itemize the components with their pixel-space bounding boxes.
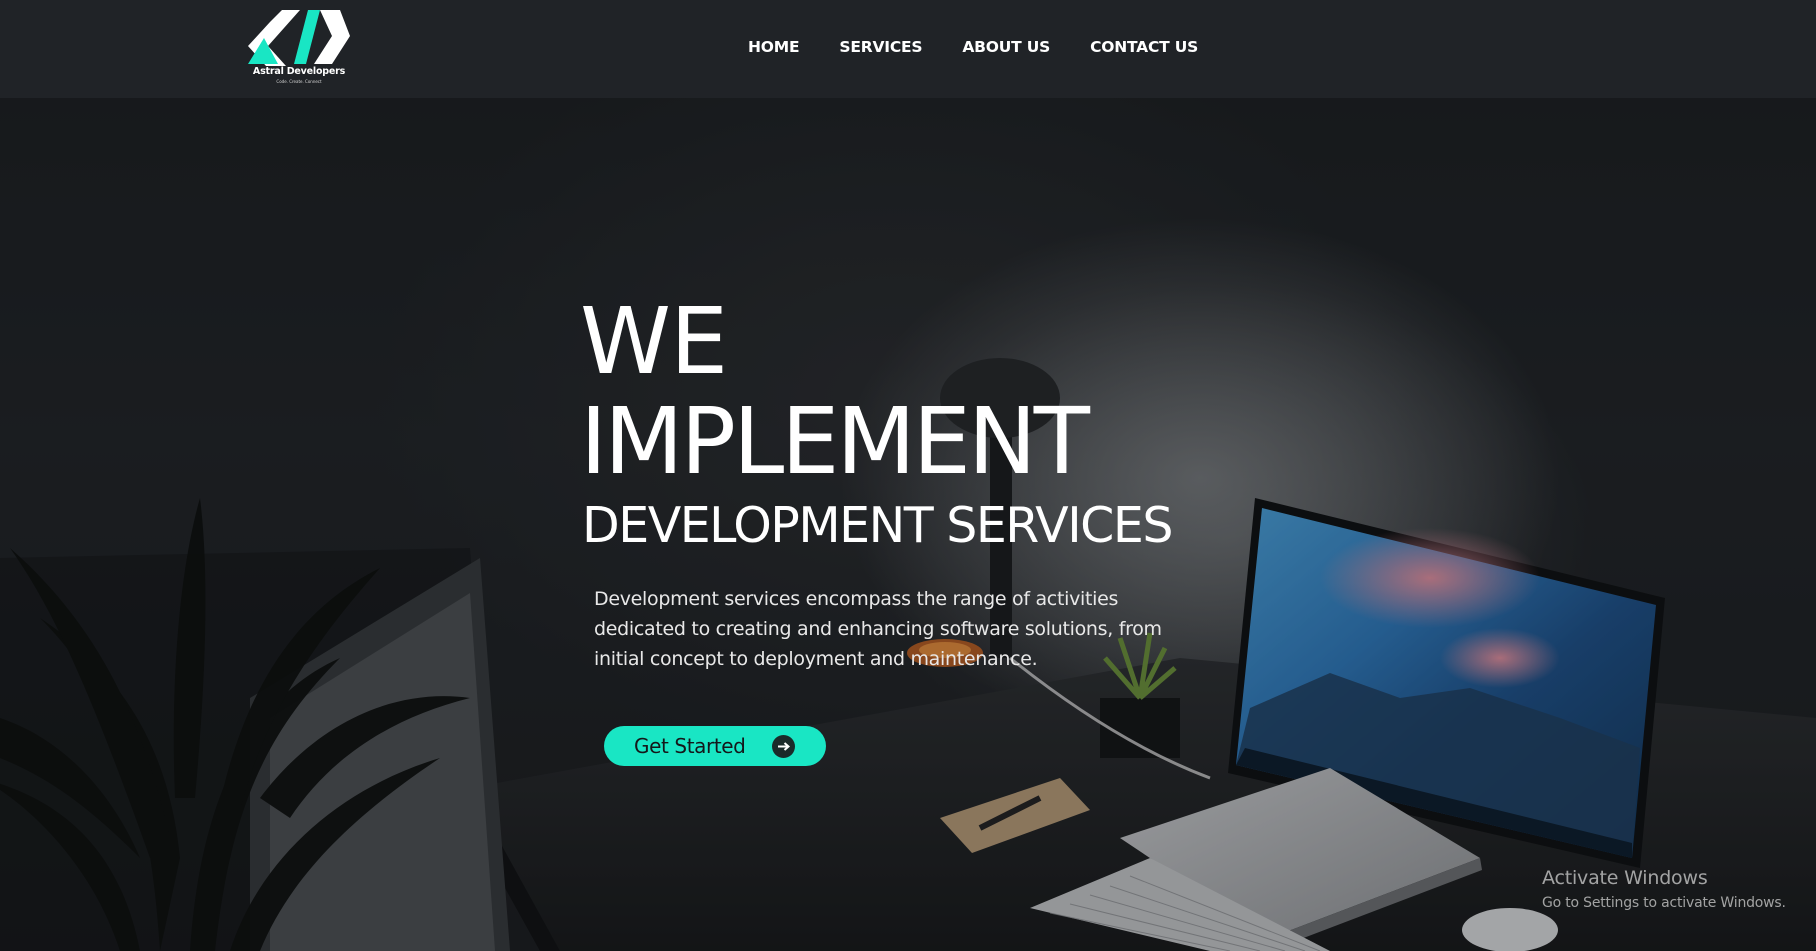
hero-subheadline: DEVELOPMENT SERVICES <box>582 497 1173 554</box>
nav-link-services[interactable]: SERVICES <box>839 38 922 56</box>
code-brackets-logo-icon <box>248 10 350 66</box>
brand-tagline: Code. Create. Connect <box>276 79 322 84</box>
watermark-title: Activate Windows <box>1542 867 1708 889</box>
top-navbar: Astral Developers Code. Create. Connect … <box>0 0 1816 98</box>
nav-link-home[interactable]: HOME <box>748 38 800 56</box>
brand-logo[interactable]: Astral Developers Code. Create. Connect <box>244 8 354 86</box>
get-started-label: Get Started <box>634 734 746 758</box>
landing-page: Astral Developers Code. Create. Connect … <box>0 0 1816 951</box>
watermark-subtitle: Go to Settings to activate Windows. <box>1542 895 1786 911</box>
hero-description: Development services encompass the range… <box>594 588 1162 670</box>
activate-windows-watermark: Activate Windows Go to Settings to activ… <box>1542 866 1786 912</box>
get-started-button[interactable]: Get Started <box>604 726 826 766</box>
hero-headline-line1: WE <box>580 288 728 395</box>
nav-link-about-us[interactable]: ABOUT US <box>962 38 1050 56</box>
brand-name: Astral Developers <box>252 66 346 77</box>
hero-headline-line2: IMPLEMENT <box>580 388 1090 495</box>
main-navigation: HOME SERVICES ABOUT US CONTACT US <box>748 38 1198 56</box>
nav-link-contact-us[interactable]: CONTACT US <box>1090 38 1198 56</box>
arrow-right-circle-icon <box>772 735 795 758</box>
